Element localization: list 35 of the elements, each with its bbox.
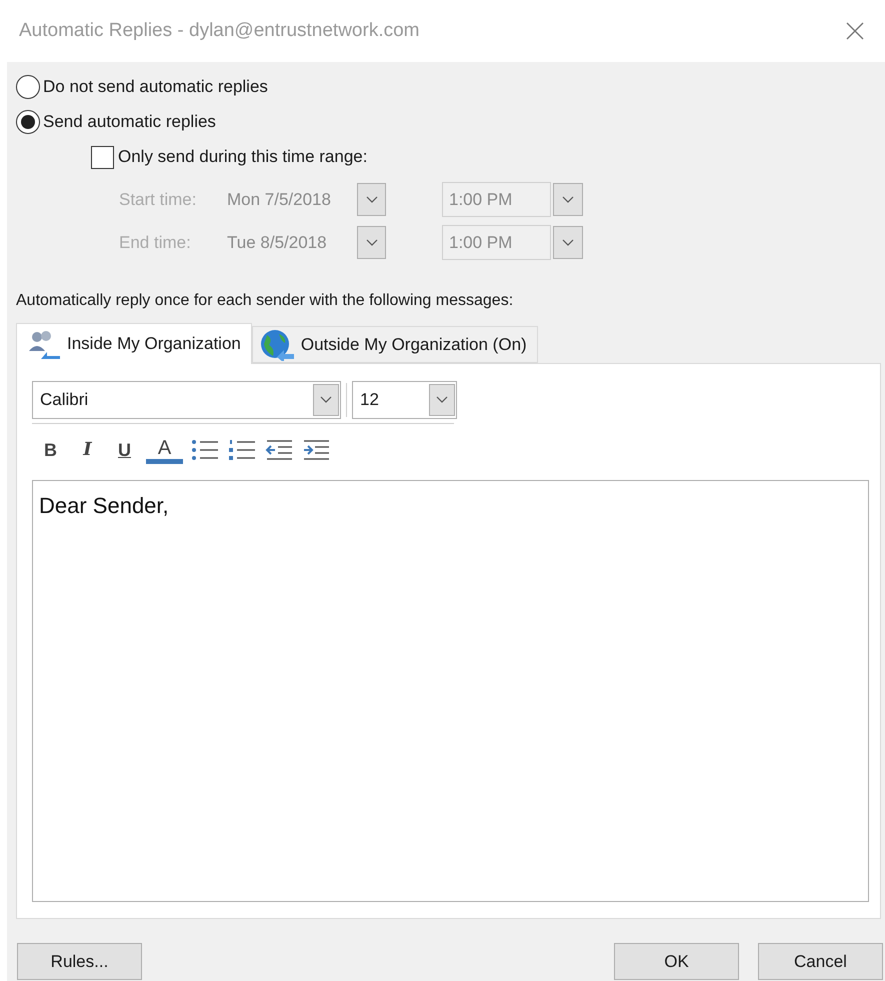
ok-button[interactable]: OK	[614, 943, 739, 980]
size-dropdown[interactable]: 12	[352, 381, 457, 419]
numbered-list-icon	[228, 439, 256, 461]
time-label: Start time:	[119, 188, 198, 211]
font-color-button[interactable]: A	[146, 436, 183, 464]
tab[interactable]: Outside My Organization (On)	[252, 326, 538, 363]
message-editor[interactable]: Dear Sender,	[32, 480, 869, 902]
indent-icon	[302, 439, 330, 461]
bold-button[interactable]: B	[32, 436, 69, 464]
window-title: Automatic Replies - dylan@entrustnetwork.com	[19, 18, 420, 43]
chevron-down-icon	[366, 196, 378, 204]
message-text: Dear Sender,	[39, 493, 169, 518]
italic-button[interactable]: I	[69, 436, 106, 464]
radio-button[interactable]	[16, 110, 40, 134]
chevron-down-icon	[562, 238, 574, 246]
font-dropdown[interactable]: Calibri	[32, 381, 341, 419]
cancel-button[interactable]: Cancel	[758, 943, 883, 980]
close-icon	[845, 21, 865, 41]
outdent-icon	[264, 439, 292, 461]
radio-label: Do not send automatic replies	[43, 76, 268, 98]
chevron-down-icon	[320, 396, 332, 404]
radio-label: Send automatic replies	[43, 111, 216, 134]
people-icon	[27, 329, 61, 359]
radio-button[interactable]	[16, 75, 40, 99]
chevron-down-icon	[366, 238, 378, 246]
time-label: End time:	[119, 232, 192, 254]
rules-button[interactable]: Rules...	[17, 943, 142, 980]
checkbox-label: Only send during this time range:	[118, 146, 368, 168]
globe-icon	[258, 328, 295, 360]
tab[interactable]: Inside My Organization	[16, 323, 252, 364]
bullet-list-icon	[190, 439, 218, 461]
chevron-down-icon	[562, 196, 574, 204]
instruction-text: Automatically reply once for each sender with the following messages:	[15, 291, 514, 311]
underline-button[interactable]: U	[106, 436, 143, 464]
chevron-down-icon	[436, 396, 448, 404]
